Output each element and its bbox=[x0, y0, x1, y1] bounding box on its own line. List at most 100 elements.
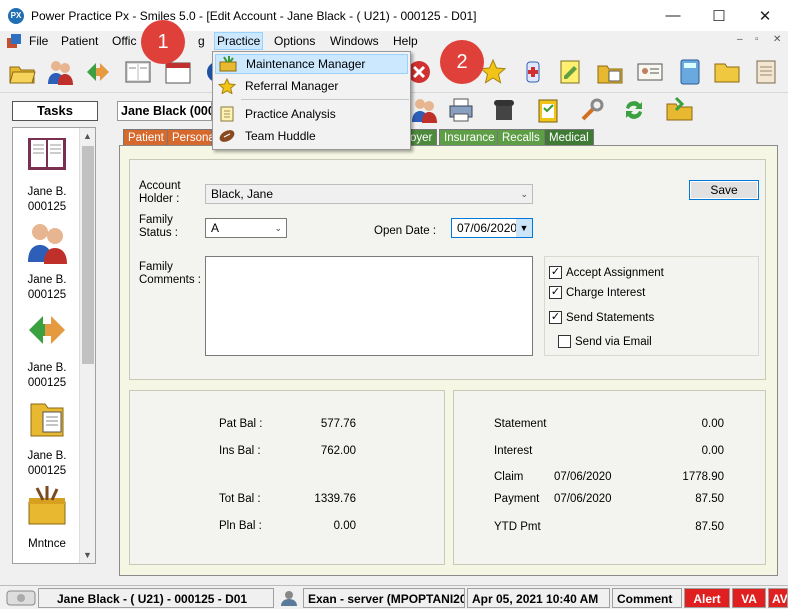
mdi-close-button[interactable]: ✕ bbox=[773, 34, 781, 45]
tasks-title: Tasks bbox=[12, 101, 98, 121]
tot-bal-label: Tot Bal : bbox=[219, 493, 261, 505]
open-folder-icon[interactable] bbox=[8, 58, 36, 86]
charge-interest-checkbox[interactable]: ✓ Charge Interest bbox=[549, 286, 645, 299]
notepad-icon bbox=[220, 106, 234, 122]
patient-header: Jane Black (000 bbox=[117, 101, 212, 121]
minimize-button[interactable]: — bbox=[650, 0, 696, 31]
menu-bar: File Patient Offic g Practice Options Wi… bbox=[0, 31, 788, 51]
ledger-book-icon[interactable] bbox=[124, 58, 152, 86]
task-item[interactable]: Mntnce bbox=[13, 484, 81, 552]
menu-item-team-huddle[interactable]: Team Huddle bbox=[215, 126, 408, 146]
transfer-icon[interactable] bbox=[84, 58, 112, 86]
open-date-value: 07/06/2020 bbox=[457, 221, 518, 235]
status-va[interactable]: VA bbox=[732, 588, 766, 608]
notepad-icon[interactable] bbox=[752, 58, 780, 86]
payment-date: 07/06/2020 bbox=[554, 493, 612, 505]
accept-assignment-checkbox[interactable]: ✓ Accept Assignment bbox=[549, 266, 664, 279]
payment-label: Payment bbox=[494, 493, 540, 505]
scroll-down-icon[interactable]: ▼ bbox=[83, 550, 92, 560]
task-item[interactable]: Jane B. 000125 bbox=[13, 132, 81, 215]
task-item[interactable]: Jane B. 000125 bbox=[13, 396, 81, 479]
calculator-icon[interactable] bbox=[676, 58, 704, 86]
check-icon: ✓ bbox=[549, 286, 562, 299]
app-logo-icon: PX bbox=[8, 7, 24, 24]
family-comments-textarea[interactable] bbox=[205, 256, 533, 356]
football-icon bbox=[219, 130, 235, 142]
menu-item-maintenance-manager[interactable]: Maintenance Manager bbox=[215, 54, 408, 74]
send-via-email-label: Send via Email bbox=[575, 335, 652, 348]
child-window-icon[interactable] bbox=[6, 33, 22, 49]
send-via-email-checkbox[interactable]: Send via Email bbox=[558, 335, 652, 348]
menu-practice[interactable]: Practice bbox=[214, 32, 264, 50]
folder-doc-icon[interactable] bbox=[596, 58, 624, 86]
notes-icon[interactable] bbox=[556, 58, 584, 86]
ins-bal-label: Ins Bal : bbox=[219, 445, 261, 457]
clipboard-icon[interactable] bbox=[534, 96, 562, 124]
folder-icon[interactable] bbox=[713, 58, 741, 86]
open-date-picker[interactable]: 07/06/2020 ▼ bbox=[451, 218, 533, 238]
menu-item-practice-analysis[interactable]: Practice Analysis bbox=[215, 104, 408, 124]
window-title: Power Practice Px - Smiles 5.0 - [Edit A… bbox=[31, 8, 477, 23]
calendar-dropdown-icon[interactable]: ▼ bbox=[516, 219, 532, 237]
tab-patient[interactable]: Patient bbox=[123, 129, 169, 145]
tab-medical[interactable]: Medical bbox=[544, 129, 594, 145]
send-statements-checkbox[interactable]: ✓ Send Statements bbox=[549, 311, 654, 324]
medical-icon[interactable] bbox=[519, 58, 547, 86]
menu-options[interactable]: Options bbox=[274, 33, 315, 49]
menu-item-label: Practice Analysis bbox=[245, 107, 336, 121]
maximize-button[interactable]: ☐ bbox=[696, 0, 742, 31]
status-alert[interactable]: Alert bbox=[684, 588, 730, 608]
printer-icon[interactable] bbox=[447, 96, 475, 124]
scroll-thumb[interactable] bbox=[82, 146, 94, 364]
refresh-icon[interactable] bbox=[620, 96, 648, 124]
practice-menu-dropdown: Maintenance Manager Referral Manager Pra… bbox=[212, 51, 411, 150]
phone-icon[interactable] bbox=[490, 96, 518, 124]
folders-icon[interactable] bbox=[664, 94, 696, 126]
mdi-minimize-button[interactable]: – bbox=[737, 34, 743, 45]
family-comments-label-2: Comments : bbox=[139, 274, 201, 286]
id-card-icon[interactable] bbox=[636, 58, 664, 86]
tasks-scrollbar[interactable]: ▲ ▼ bbox=[79, 128, 95, 563]
task-line2: 000125 bbox=[27, 289, 67, 301]
menu-office[interactable]: Offic bbox=[112, 33, 136, 49]
account-holder-select[interactable]: Black, Jane ⌄ bbox=[205, 184, 533, 204]
family-status-label-2: Status : bbox=[139, 227, 178, 239]
mdi-restore-button[interactable]: ▫ bbox=[755, 34, 759, 45]
account-holder-value: Black, Jane bbox=[211, 187, 274, 201]
menu-file[interactable]: File bbox=[29, 33, 48, 49]
menu-item-label: Referral Manager bbox=[245, 79, 339, 93]
tab-recalls[interactable]: Recalls bbox=[497, 129, 545, 145]
menu-help[interactable]: Help bbox=[393, 33, 418, 49]
menu-hidden-g[interactable]: g bbox=[198, 33, 205, 49]
tab-personal[interactable]: Persona bbox=[167, 129, 215, 145]
save-button[interactable]: Save bbox=[689, 180, 759, 200]
ins-bal-value: 762.00 bbox=[320, 445, 356, 457]
maintenance-icon bbox=[219, 56, 237, 72]
task-item[interactable]: Jane B. 000125 bbox=[13, 220, 81, 303]
account-summary-box: Statement 0.00 Interest 0.00 Claim 07/06… bbox=[453, 390, 766, 565]
pat-bal-label: Pat Bal : bbox=[219, 418, 263, 430]
menu-windows[interactable]: Windows bbox=[330, 33, 379, 49]
charge-interest-label: Charge Interest bbox=[566, 286, 646, 299]
people-icon[interactable] bbox=[410, 96, 438, 124]
people-icon bbox=[28, 224, 67, 264]
status-comment[interactable]: Comment bbox=[612, 588, 682, 608]
close-button[interactable]: ✕ bbox=[742, 0, 788, 31]
accept-assignment-label: Accept Assignment bbox=[566, 266, 664, 279]
payment-value: 87.50 bbox=[695, 493, 724, 505]
chevron-down-icon: ⌄ bbox=[274, 223, 282, 233]
status-indicator-icon bbox=[6, 590, 36, 606]
patients-icon[interactable] bbox=[46, 58, 74, 86]
menu-patient[interactable]: Patient bbox=[61, 33, 98, 49]
tasks-list: Jane B. 000125 Jane B. 000125 Jane B. 00… bbox=[12, 127, 96, 564]
unchecked-box-icon bbox=[558, 335, 571, 348]
tot-bal-value: 1339.76 bbox=[314, 493, 356, 505]
task-item[interactable]: Jane B. 000125 bbox=[13, 308, 81, 391]
wrench-icon[interactable] bbox=[578, 96, 606, 124]
scroll-up-icon[interactable]: ▲ bbox=[83, 131, 92, 141]
status-av[interactable]: AV bbox=[768, 588, 788, 608]
account-details-box: Account Holder : Black, Jane ⌄ Save Fami… bbox=[129, 159, 766, 380]
tab-insurance[interactable]: Insurance bbox=[439, 129, 500, 145]
family-status-select[interactable]: A ⌄ bbox=[205, 218, 287, 238]
menu-item-referral-manager[interactable]: Referral Manager bbox=[215, 76, 408, 96]
